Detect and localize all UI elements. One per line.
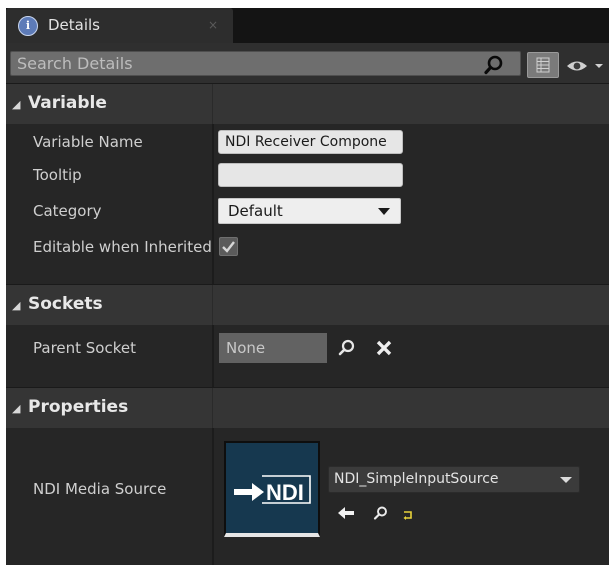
- tooltip-input[interactable]: [218, 163, 403, 187]
- ndi-logo-text: NDI: [266, 480, 304, 505]
- category-variable-header[interactable]: ◢ Variable: [6, 83, 609, 124]
- media-source-label: NDI Media Source: [33, 480, 167, 498]
- tab-close-icon[interactable]: ×: [208, 18, 218, 32]
- property-matrix-icon[interactable]: [527, 52, 559, 78]
- parent-socket-label: Parent Socket: [33, 339, 136, 357]
- search-icon[interactable]: [483, 54, 505, 76]
- search-row: [6, 43, 609, 83]
- eye-icon[interactable]: [564, 56, 608, 76]
- tab-strip: i Details ×: [6, 8, 609, 43]
- chevron-down-icon: [560, 477, 572, 483]
- collapse-triangle-icon: ◢: [12, 98, 21, 111]
- category-dropdown-value: Default: [228, 202, 283, 220]
- details-icon: i: [18, 16, 38, 36]
- parent-socket-value: None: [219, 333, 327, 363]
- clear-socket-icon[interactable]: [375, 339, 393, 357]
- category-title: Variable: [28, 93, 107, 113]
- details-panel: i Details × Search Details ◢ Variable Va…: [6, 8, 609, 565]
- category-sockets-header[interactable]: ◢ Sockets: [6, 284, 609, 325]
- editable-checkbox[interactable]: [219, 237, 238, 256]
- variable-name-input[interactable]: NDI Receiver Compone: [218, 130, 403, 154]
- category-properties-header[interactable]: ◢ Properties: [6, 387, 609, 428]
- tab-title: Details: [48, 16, 101, 34]
- use-selected-arrow-icon[interactable]: [337, 505, 355, 521]
- ndi-logo: NDI: [234, 475, 311, 505]
- browse-socket-icon[interactable]: [337, 338, 357, 358]
- search-input[interactable]: [10, 51, 521, 76]
- sockets-section: Parent Socket None: [6, 325, 609, 387]
- chevron-down-icon: [378, 208, 390, 215]
- media-source-dropdown[interactable]: NDI_SimpleInputSource: [328, 466, 580, 493]
- editable-label: Editable when Inherited: [33, 238, 212, 256]
- tooltip-label: Tooltip: [33, 166, 82, 184]
- variable-name-label: Variable Name: [33, 133, 143, 151]
- browse-asset-icon[interactable]: [373, 505, 389, 521]
- category-title: Sockets: [28, 294, 103, 314]
- check-icon: [222, 241, 235, 253]
- properties-section: NDI Media Source NDI NDI_SimpleInputSour…: [6, 428, 609, 565]
- media-source-thumbnail[interactable]: NDI: [224, 441, 320, 537]
- variable-section: Variable Name NDI Receiver Compone Toolt…: [6, 124, 609, 284]
- category-dropdown[interactable]: Default: [218, 198, 401, 224]
- category-title: Properties: [28, 397, 129, 417]
- collapse-triangle-icon: ◢: [12, 299, 21, 312]
- category-label: Category: [33, 202, 102, 220]
- reset-to-default-icon[interactable]: [402, 506, 414, 520]
- tab-details[interactable]: i Details ×: [6, 8, 233, 43]
- collapse-triangle-icon: ◢: [12, 402, 21, 415]
- media-source-value: NDI_SimpleInputSource: [334, 471, 499, 487]
